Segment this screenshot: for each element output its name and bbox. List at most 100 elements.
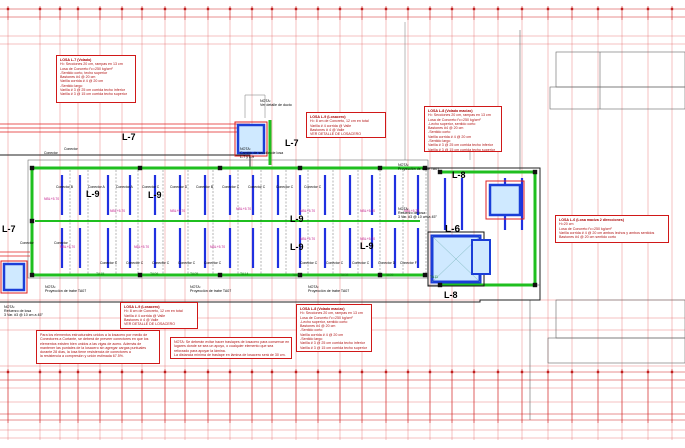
grid-marker [570, 370, 574, 374]
note-losa-l7: LOSA L-7 (Volado) H= Secciones 20 cm, ra… [56, 55, 136, 103]
level-marker: NBL+5.70 [110, 209, 125, 213]
grid-marker [58, 370, 62, 374]
level-marker: NBL+5.70 [300, 237, 315, 241]
grid-marker [450, 370, 454, 374]
column [29, 165, 35, 171]
grid-marker [120, 7, 124, 11]
grid-marker [384, 7, 388, 11]
grid-marker [316, 370, 320, 374]
small-note: Proyección de trabe TA07 [45, 289, 86, 293]
bottom-dimension-band [0, 371, 685, 421]
small-note: L-7 y L-9 [240, 155, 254, 159]
conector-label: Conector C [100, 261, 118, 265]
conector-label: Conector C [222, 185, 240, 189]
conector-label: Conector C [304, 185, 322, 189]
grid-marker [38, 7, 42, 11]
column [437, 282, 443, 288]
grid-marker [450, 7, 454, 11]
grid-marker [670, 370, 674, 374]
small-note: 3 Var. #3 @ 10 cm a 45° [398, 215, 438, 219]
conector-label: Conector B [196, 185, 214, 189]
slab-label-l-9: L-9 [290, 242, 304, 252]
grid-marker [596, 7, 600, 11]
slab-label-l-9: L-9 [360, 241, 374, 251]
grid-marker [338, 7, 342, 11]
conector-label: Conector C [352, 261, 370, 265]
column [217, 165, 223, 171]
level-marker: NBL+5.70 [210, 245, 225, 249]
level-marker: NBL+5.70 [134, 245, 149, 249]
beam-tag: TA15 [96, 272, 104, 276]
small-note: Proyección de trabe TA07 [308, 289, 349, 293]
grid-marker [360, 7, 364, 11]
grid-marker [270, 7, 274, 11]
grid-marker [163, 7, 167, 11]
column [297, 165, 303, 171]
grid-marker [406, 7, 410, 11]
column [137, 165, 143, 171]
grid-marker [338, 370, 342, 374]
grid-marker [520, 370, 524, 374]
grid-marker [670, 7, 674, 11]
conector-label: Conector A [116, 185, 134, 189]
grid-marker [228, 370, 232, 374]
conector-label: Conector C [276, 185, 294, 189]
note-line: Varilla # 3 @ 15 cm corrida techo superi… [428, 147, 495, 152]
level-marker: NBL+5.70 [360, 209, 375, 213]
slab-label-l-7: L-7 [122, 132, 136, 142]
grid-marker [646, 370, 650, 374]
level-marker: NBL+5.70 [170, 209, 185, 213]
slab-label-l-7: L-7 [2, 224, 16, 234]
grid-marker [76, 370, 80, 374]
grid-marker [646, 7, 650, 11]
note-line: H= Secciones 20 cm, rampas en 13 cm [428, 113, 491, 118]
grid-marker [58, 7, 62, 11]
grid-marker [620, 370, 624, 374]
rebar-left [0, 123, 250, 257]
slab-label-l-6: L-6 [445, 224, 460, 235]
level-marker: NBL+5.70 [300, 209, 315, 213]
slab-label-l-9: L-9 [290, 214, 304, 224]
grid-marker [496, 7, 500, 11]
grid-marker [206, 7, 210, 11]
conector-label: Conector D [378, 261, 396, 265]
column [377, 165, 383, 171]
shaft-right [485, 180, 525, 220]
small-note: 3 Var. #3 @ 10 cm a 45° [4, 313, 44, 317]
small-note: Proyección de trabe TA07 [398, 167, 439, 171]
grid-marker [472, 370, 476, 374]
grid-marker [316, 7, 320, 11]
grid-marker [472, 7, 476, 11]
grid-marker [294, 7, 298, 11]
conector-label: Conector [64, 147, 79, 151]
grid-marker [163, 370, 167, 374]
beam-tag: TA08 [340, 273, 348, 277]
top-dimension-band [0, 8, 685, 18]
note-line: Varilla # 3 @ 15 cm corrida techo superi… [300, 345, 367, 350]
note-line: VER DETALLE DE LOSACERO [124, 322, 176, 327]
note-line: la resistencia a compresión y unión esti… [40, 354, 124, 359]
conector-label: Conector C [204, 261, 222, 265]
slab-label-l-9: L-9 [148, 190, 162, 200]
conector-label: Conector B [56, 185, 74, 189]
grid-marker [360, 370, 364, 374]
grid-marker [250, 7, 254, 11]
beam-tag: TA14 [240, 272, 248, 276]
bottom-dimension-ticks [6, 369, 674, 423]
note-losa-l9: LOSA L-9 (Losacero) H= 8 cm de Concreto,… [306, 112, 386, 138]
grid-marker [596, 370, 600, 374]
grid-marker [546, 370, 550, 374]
grid-marker [206, 370, 210, 374]
beam-tag: TA09 [385, 273, 393, 277]
grid-marker [520, 7, 524, 11]
grid-marker [98, 370, 102, 374]
shaft-left [0, 260, 28, 294]
grid-marker [183, 7, 187, 11]
slab-label-l-7: L-7 [285, 138, 299, 148]
shaft-right-b [471, 239, 491, 275]
note-line: VER DETALLE DE LOSACERO [310, 132, 362, 137]
note-elementos: Para los elementos estructurales unidos … [36, 330, 160, 364]
grid-marker [250, 370, 254, 374]
grid-marker [428, 370, 432, 374]
beam-tag: TA05 [190, 272, 198, 276]
